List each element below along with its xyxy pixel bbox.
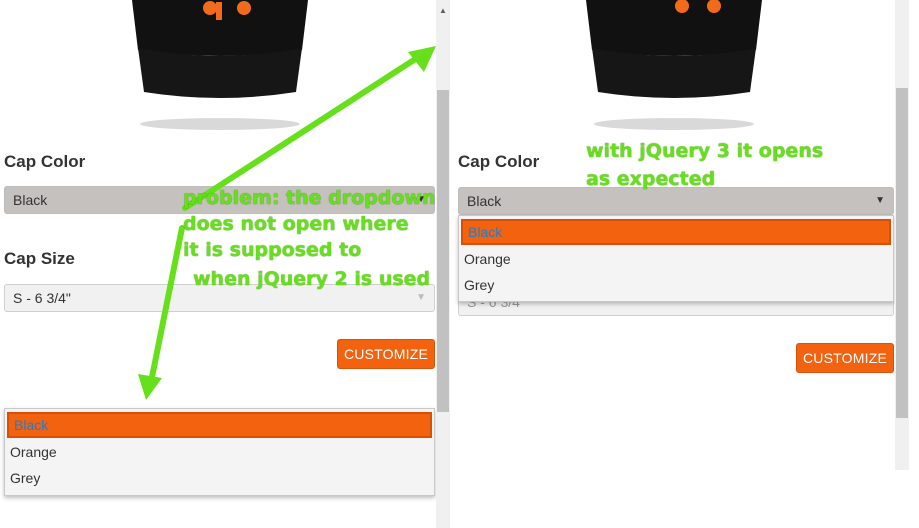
arrow-line-down: [148, 225, 185, 385]
green-arrow-icon: [138, 46, 436, 400]
annotation-right-line1: with jQuery 3 it opens: [586, 140, 824, 162]
annotation-left-line3: it is supposed to: [183, 239, 362, 261]
annotation-left-line1: problem: the dropdown: [183, 187, 436, 209]
arrow-head-down: [138, 374, 162, 400]
annotation-left-line4: when jQuery 2 is used: [193, 268, 431, 290]
annotation-left-line2: does not open where: [183, 213, 409, 235]
annotation-right-line2: as expected: [586, 168, 716, 190]
